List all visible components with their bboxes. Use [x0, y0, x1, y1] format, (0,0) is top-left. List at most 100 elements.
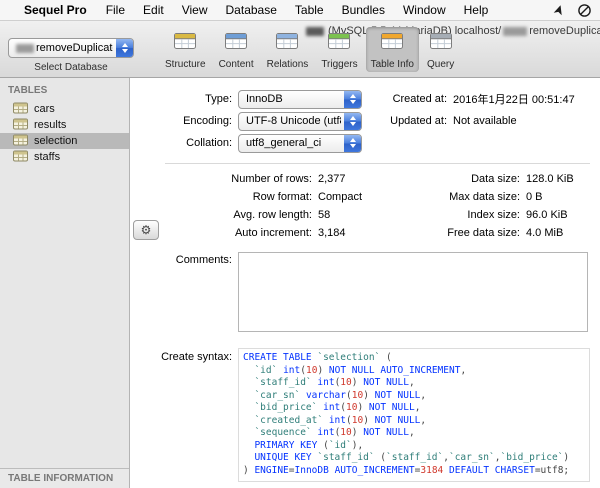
- relations-icon: [274, 30, 300, 57]
- encoding-popup-value: UTF-8 Unicode (utf8): [246, 115, 341, 127]
- stat-value: 128.0 KiB: [526, 173, 574, 185]
- code-line: PRIMARY KEY (`id`),: [254, 439, 364, 451]
- stat-row: Number of rows: 2,377: [131, 170, 362, 188]
- structure-icon: [172, 30, 198, 57]
- menu-item-view[interactable]: View: [173, 3, 217, 17]
- popup-arrows-icon: [344, 90, 361, 108]
- stat-label: Row format:: [252, 191, 312, 203]
- database-selector-value: removeDuplicate: [36, 42, 113, 54]
- stats-right: Data size: 128.0 KiB Max data size: 0 B Inde…: [339, 170, 574, 242]
- table-name: results: [34, 119, 67, 131]
- create-syntax-label: Create syntax:: [161, 351, 232, 363]
- window-title-database: removeDuplicate: [529, 25, 600, 37]
- stat-value: 96.0 KiB: [526, 209, 568, 221]
- sidebar-item-results[interactable]: results: [0, 117, 129, 133]
- toolbar-button-relations[interactable]: Relations: [262, 27, 314, 72]
- menu-bar: Sequel Pro File Edit View Database Table Bund…: [0, 0, 600, 21]
- stat-row: Free data size: 4.0 MiB: [339, 224, 574, 242]
- stat-label: Index size:: [467, 209, 520, 221]
- popup-arrows-icon: [116, 39, 133, 57]
- menu-bar-status-icons: [553, 0, 592, 21]
- menu-item-window[interactable]: Window: [394, 3, 455, 17]
- toolbar-button-label: Relations: [266, 59, 309, 70]
- updated-at-row: Updated at: Not available: [371, 111, 516, 131]
- stat-value: 0 B: [526, 191, 543, 203]
- screen: Sequel Pro File Edit View Database Table Bund…: [0, 0, 600, 488]
- separator-line: [165, 163, 590, 164]
- gear-icon: ⚙: [140, 223, 152, 237]
- encoding-label: Encoding:: [183, 115, 232, 127]
- triggers-icon: [326, 30, 352, 57]
- created-at-value: 2016年1月22日 00:51:47: [453, 94, 575, 106]
- created-at-row: Created at: 2016年1月22日 00:51:47: [371, 89, 575, 109]
- toolbar-button-content[interactable]: Content: [214, 27, 259, 72]
- code-line: `staff_id` int(10) NOT NULL,: [254, 377, 415, 388]
- stat-value: 58: [318, 209, 331, 221]
- table-icon: [13, 134, 28, 149]
- collation-popup-value: utf8_general_ci: [246, 137, 322, 149]
- menu-item-file[interactable]: File: [97, 3, 134, 17]
- table-list: cars results selection staffs: [0, 101, 129, 165]
- type-label: Type:: [205, 93, 232, 105]
- toolbar-button-label: Content: [218, 59, 254, 70]
- toolbar-button-label: Query: [427, 59, 455, 70]
- database-selector[interactable]: removeDuplicate: [8, 38, 134, 58]
- sidebar: TABLES cars results selection staffs TABLE …: [0, 78, 130, 488]
- menu-status-circle-slash-icon[interactable]: [577, 3, 592, 18]
- create-syntax-code[interactable]: CREATE TABLE `selection` ( `id` int(10) …: [238, 348, 590, 482]
- menu-item-table[interactable]: Table: [286, 3, 333, 17]
- collation-row: Collation: utf8_general_ci: [131, 133, 362, 153]
- comments-input[interactable]: [238, 252, 588, 332]
- tables-section-header: TABLES: [8, 85, 48, 96]
- menu-status-pin-icon[interactable]: [553, 4, 565, 18]
- toolbar: (MySQL 5.5.44-MariaDB) localhost/ remove…: [0, 21, 600, 78]
- stat-value: 4.0 MiB: [526, 227, 564, 239]
- collation-label: Collation:: [186, 137, 232, 149]
- sidebar-item-selection[interactable]: selection: [0, 133, 129, 149]
- menu-item-edit[interactable]: Edit: [134, 3, 173, 17]
- stat-row: Avg. row length: 58: [131, 206, 362, 224]
- encoding-row: Encoding: UTF-8 Unicode (utf8): [131, 111, 362, 131]
- code-line: UNIQUE KEY `staff_id` (`staff_id`,`car_s…: [254, 452, 570, 463]
- menu-item-help[interactable]: Help: [455, 3, 498, 17]
- collation-popup[interactable]: utf8_general_ci: [238, 133, 362, 153]
- toolbar-button-triggers[interactable]: Triggers: [316, 27, 362, 72]
- toolbar-button-table-info[interactable]: Table Info: [365, 27, 419, 72]
- sidebar-item-cars[interactable]: cars: [0, 101, 129, 117]
- toolbar-button-structure[interactable]: Structure: [160, 27, 211, 72]
- code-line: `car_sn` varchar(10) NOT NULL,: [254, 389, 427, 401]
- created-at-label: Created at:: [392, 93, 447, 105]
- type-popup[interactable]: InnoDB: [238, 89, 362, 109]
- toolbar-button-query[interactable]: Query: [422, 27, 459, 72]
- gear-button[interactable]: ⚙: [133, 220, 159, 240]
- popup-arrows-icon: [344, 134, 361, 152]
- code-line: `bid_price` int(10) NOT NULL,: [254, 402, 421, 413]
- stat-row: Max data size: 0 B: [339, 188, 574, 206]
- table-information-header: TABLE INFORMATION: [0, 468, 129, 488]
- toolbar-button-label: Structure: [165, 59, 206, 70]
- encoding-popup[interactable]: UTF-8 Unicode (utf8): [238, 111, 362, 131]
- content-icon: [223, 30, 249, 57]
- stat-row: Data size: 128.0 KiB: [339, 170, 574, 188]
- menu-item-bundles[interactable]: Bundles: [333, 3, 394, 17]
- menu-item-database[interactable]: Database: [217, 3, 286, 17]
- type-row: Type: InnoDB: [131, 89, 362, 109]
- menu-app-name[interactable]: Sequel Pro: [14, 3, 97, 17]
- redaction: [503, 26, 528, 36]
- sidebar-item-staffs[interactable]: staffs: [0, 149, 129, 165]
- stat-label: Data size:: [471, 173, 520, 185]
- code-line: `created_at` int(10) NOT NULL,: [254, 414, 427, 426]
- table-info-panel: Type: InnoDB Encoding: UTF-8 Unicode (utf8)…: [131, 78, 600, 488]
- stat-row: Row format: Compact: [131, 188, 362, 206]
- updated-at-label: Updated at:: [390, 115, 447, 127]
- query-icon: [428, 30, 454, 57]
- type-popup-value: InnoDB: [246, 93, 283, 105]
- table-info-icon: [379, 30, 405, 57]
- stats-left: Number of rows: 2,377 Row format: Compact Av…: [131, 170, 362, 242]
- toolbar-button-label: Table Info: [370, 59, 414, 70]
- stat-label: Number of rows:: [231, 173, 312, 185]
- table-icon: [13, 102, 28, 117]
- table-name: selection: [34, 135, 78, 147]
- code-line: `sequence` int(10) NOT NULL,: [254, 427, 415, 438]
- table-name: cars: [34, 103, 55, 115]
